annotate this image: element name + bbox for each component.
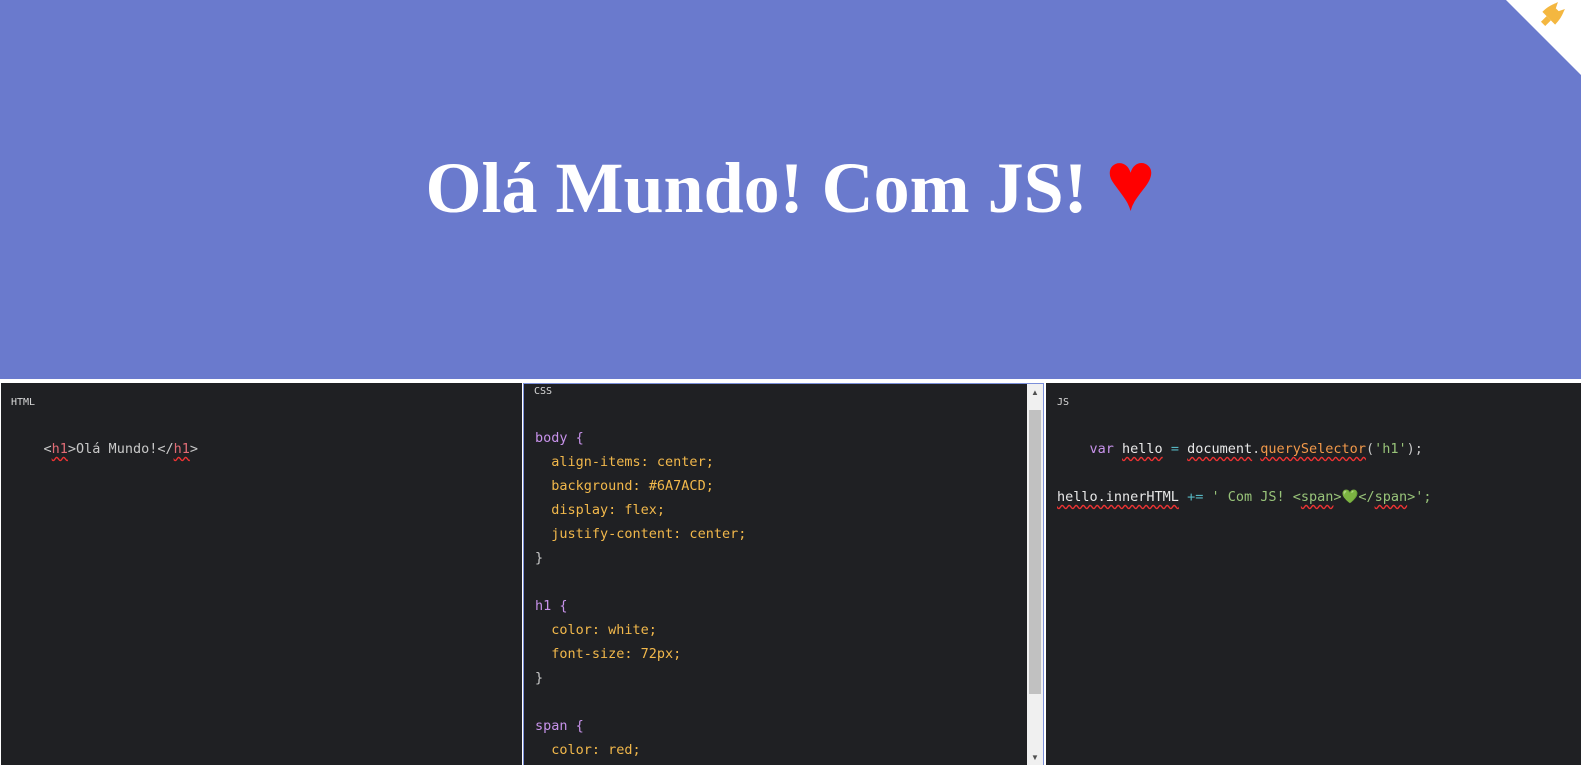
css-line: color: red; [551, 742, 641, 758]
preview-heading-text: Olá Mundo! Com JS! [425, 148, 1088, 228]
css-line: body { [535, 430, 584, 446]
code-token: h1 [51, 441, 68, 457]
css-line: } [535, 670, 544, 686]
css-line: span { [535, 718, 584, 734]
css-line: justify-content: center; [551, 526, 747, 542]
css-editor-label: CSS [534, 386, 553, 397]
js-editor[interactable]: JS var hello = document.querySelector('h… [1046, 383, 1581, 765]
code-token: document [1187, 441, 1253, 457]
code-token: += [1187, 489, 1204, 505]
code-token: = [1170, 441, 1179, 457]
code-token: var [1089, 441, 1114, 457]
cat-icon[interactable] [1506, 0, 1581, 75]
code-token: 'h1' [1374, 441, 1407, 457]
code-token: ); [1406, 441, 1423, 457]
code-token: span [1374, 489, 1408, 505]
css-scrollbar[interactable]: ▲ ▼ [1027, 384, 1043, 765]
js-editor-label: JS [1057, 397, 1070, 408]
css-line: h1 { [535, 598, 568, 614]
css-line: background: #6A7ACD; [551, 478, 714, 494]
css-editor[interactable]: CSS body { align-items: center; backgrou… [523, 383, 1044, 765]
code-token: ( [1365, 441, 1375, 457]
code-token: hello [1122, 441, 1163, 457]
js-code[interactable]: var hello = document.querySelector('h1')… [1057, 437, 1432, 509]
css-line: } [535, 550, 544, 566]
code-token: > [189, 441, 198, 457]
code-token: hello.innerHTML [1057, 489, 1179, 505]
scroll-up-arrow-icon[interactable]: ▲ [1027, 384, 1043, 400]
code-token: ' Com JS! < [1211, 489, 1301, 505]
html-code[interactable]: <h1>Olá Mundo!</h1> [11, 437, 198, 461]
css-code[interactable]: body { align-items: center; background: … [535, 426, 746, 762]
code-token: span [1300, 489, 1334, 505]
code-token: < [43, 441, 52, 457]
preview-heading: Olá Mundo! Com JS! ♥ [0, 0, 1581, 379]
scroll-down-arrow-icon[interactable]: ▼ [1027, 749, 1043, 765]
css-line: align-items: center; [551, 454, 714, 470]
css-line: color: white; [551, 622, 657, 638]
heart-icon: ♥ [1105, 135, 1156, 229]
css-line: font-size: 72px; [551, 646, 682, 662]
html-editor[interactable]: HTML <h1>Olá Mundo!</h1> [1, 383, 522, 765]
code-token: >Olá Mundo!</ [67, 441, 174, 457]
css-line: display: flex; [551, 502, 666, 518]
scroll-thumb[interactable] [1029, 410, 1041, 694]
html-editor-label: HTML [11, 397, 36, 408]
code-token: h1 [173, 441, 190, 457]
code-token: >'; [1407, 489, 1432, 505]
code-token: >💚</ [1333, 489, 1375, 505]
code-token: querySelector [1260, 441, 1366, 457]
preview-area: Olá Mundo! Com JS! ♥ [0, 0, 1581, 379]
